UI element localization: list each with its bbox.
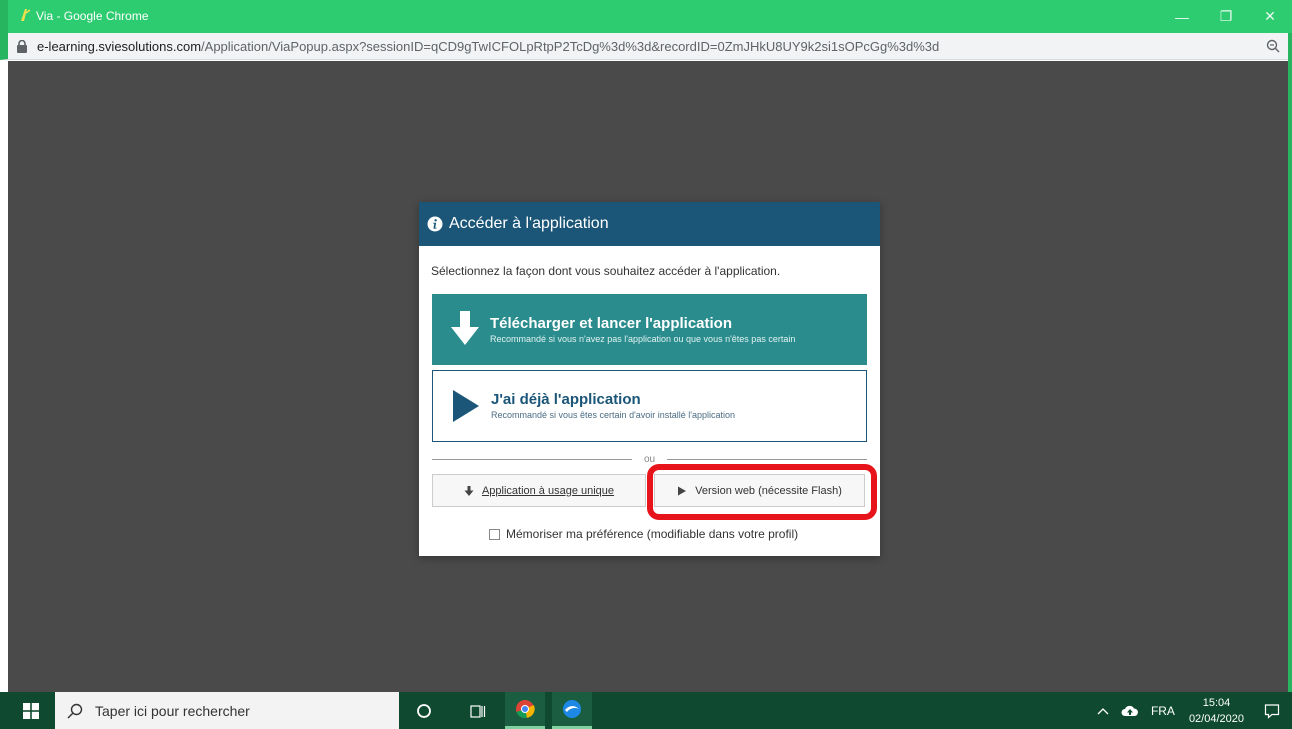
taskbar-clock[interactable]: 15:04 02/04/2020	[1189, 695, 1244, 727]
clock-time: 15:04	[1202, 696, 1231, 709]
remember-checkbox[interactable]	[489, 528, 500, 540]
download-option-title: Télécharger et lancer l'application	[490, 315, 732, 332]
download-option-description: Recommandé si vous n'avez pas l'applicat…	[490, 334, 796, 344]
window-title: Via - Google Chrome	[36, 9, 149, 23]
windows-taskbar: Taper ici pour rechercher FRA 15:04 02/0…	[0, 692, 1292, 729]
windows-logo-icon	[23, 702, 39, 719]
download-icon	[464, 485, 474, 496]
cortana-circle-icon	[417, 703, 431, 718]
web-version-button[interactable]: Version web (nécessite Flash)	[654, 474, 865, 507]
url-path: /Application/ViaPopup.aspx?sessionID=qCD…	[201, 39, 940, 54]
language-indicator[interactable]: FRA	[1151, 704, 1175, 718]
close-button[interactable]: ✕	[1248, 0, 1292, 33]
divider-line-right	[667, 459, 867, 460]
have-app-option-title: J'ai déjà l'application	[491, 391, 641, 408]
search-icon	[67, 703, 83, 718]
via-app-taskbar-icon	[563, 700, 581, 718]
window-titlebar: Via - Google Chrome — ❐ ✕	[0, 0, 1292, 33]
taskbar-search-box[interactable]: Taper ici pour rechercher	[55, 692, 399, 729]
dialog-subtitle: Sélectionnez la façon dont vous souhaite…	[431, 264, 781, 278]
tray-overflow-chevron-icon[interactable]	[1097, 707, 1109, 715]
lock-icon[interactable]	[16, 40, 28, 53]
start-button[interactable]	[8, 692, 54, 729]
cortana-button[interactable]	[404, 692, 444, 729]
access-app-dialog: Accéder à l'application Sélectionnez la …	[419, 202, 880, 556]
download-launch-option[interactable]: Télécharger et lancer l'application Reco…	[432, 294, 867, 365]
dialog-title: Accéder à l'application	[449, 215, 609, 232]
web-version-label: Version web (nécessite Flash)	[695, 484, 842, 497]
remember-label: Mémoriser ma préférence (modifiable dans…	[506, 527, 799, 541]
info-icon	[427, 216, 443, 232]
system-tray: FRA 15:04 02/04/2020	[1091, 692, 1292, 729]
dialog-header: Accéder à l'application	[419, 202, 880, 246]
chrome-icon	[516, 700, 535, 719]
onedrive-cloud-icon[interactable]	[1121, 705, 1139, 717]
restore-button[interactable]: ❐	[1204, 0, 1248, 33]
minimize-button[interactable]: —	[1160, 0, 1204, 33]
play-small-icon	[678, 486, 687, 495]
via-taskbar-button[interactable]	[552, 692, 592, 729]
notification-icon	[1264, 703, 1280, 719]
task-view-button[interactable]	[458, 692, 498, 729]
url-domain: e-learning.sviesolutions.com	[37, 39, 202, 54]
download-arrow-icon	[451, 311, 479, 345]
or-divider: ou	[432, 454, 867, 466]
remember-preference[interactable]: Mémoriser ma préférence (modifiable dans…	[489, 527, 798, 541]
task-view-icon	[470, 704, 486, 718]
notification-center-button[interactable]	[1252, 692, 1292, 729]
window-border	[1288, 33, 1292, 692]
clock-date: 02/04/2020	[1188, 712, 1244, 725]
url-text[interactable]: e-learning.sviesolutions.com/Application…	[37, 39, 939, 54]
zoom-out-icon[interactable]	[1266, 39, 1280, 53]
play-icon	[453, 390, 479, 422]
single-use-app-label: Application à usage unique	[481, 484, 615, 497]
single-use-app-button[interactable]: Application à usage unique	[432, 474, 646, 507]
have-app-option-description: Recommandé si vous êtes certain d'avoir …	[491, 410, 736, 420]
already-have-app-option[interactable]: J'ai déjà l'application Recommandé si vo…	[432, 370, 867, 442]
via-app-icon	[21, 9, 31, 21]
chrome-taskbar-button[interactable]	[505, 692, 545, 729]
window-controls: — ❐ ✕	[1160, 0, 1292, 33]
address-bar[interactable]: e-learning.sviesolutions.com/Application…	[0, 33, 1292, 60]
taskbar-search-placeholder: Taper ici pour rechercher	[95, 702, 250, 719]
